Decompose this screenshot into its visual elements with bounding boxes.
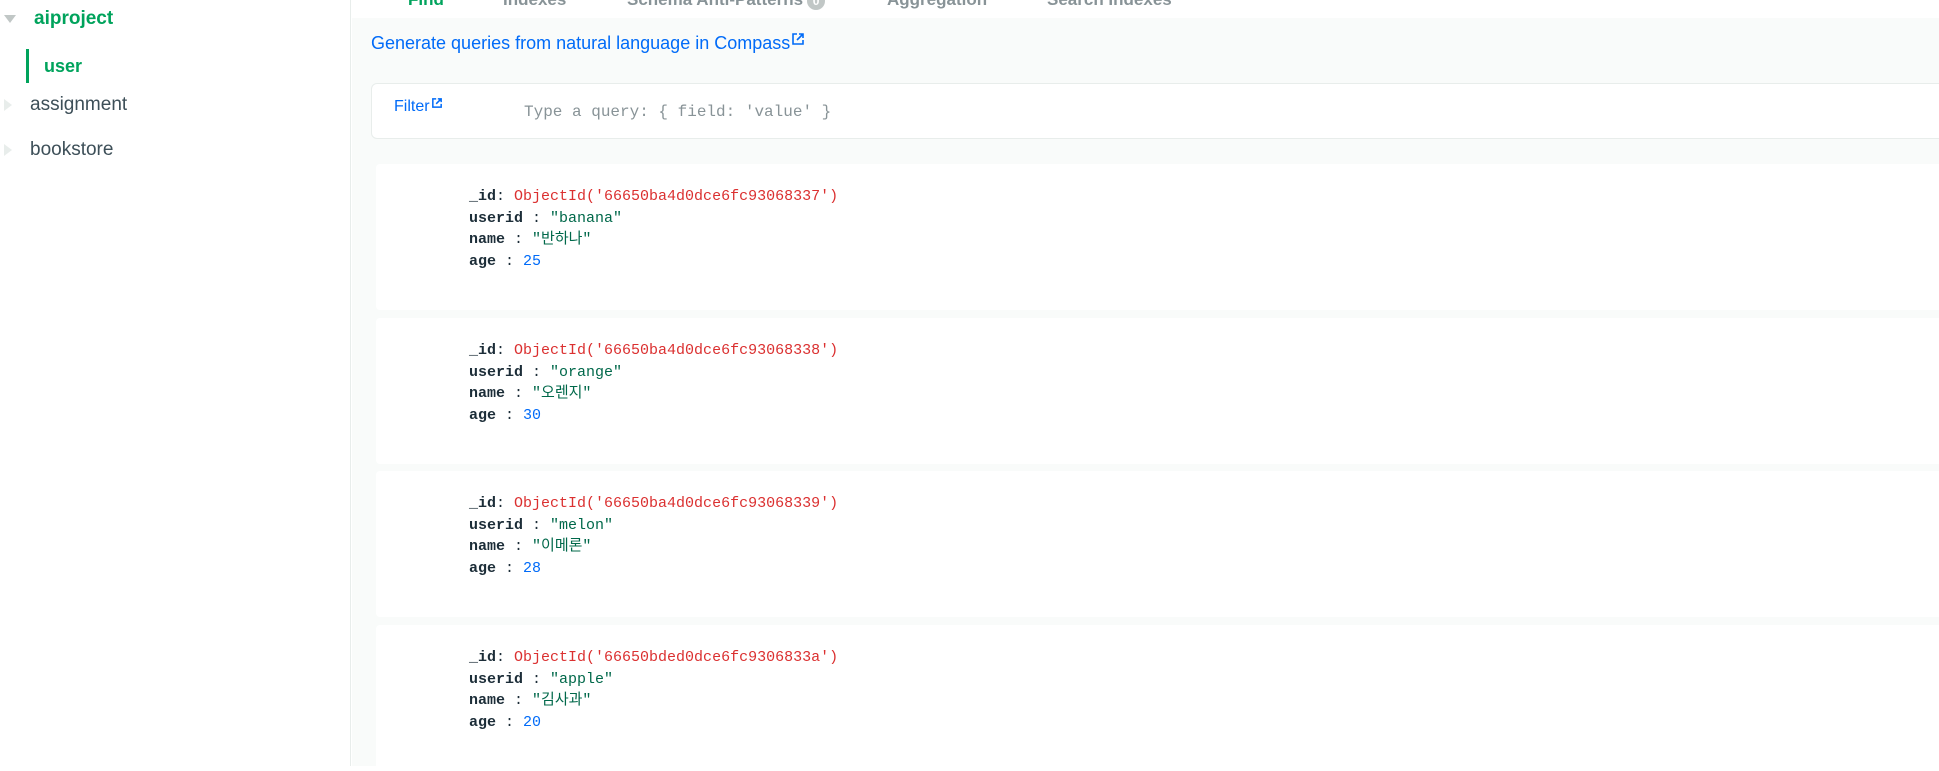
tab-find[interactable]: Find bbox=[408, 0, 444, 10]
number-value: 30 bbox=[523, 406, 542, 424]
filter-bar: Filter bbox=[371, 83, 1939, 139]
external-link-icon bbox=[431, 98, 442, 108]
field-key: age bbox=[469, 252, 497, 270]
objectid-value: ObjectId('66650ba4d0dce6fc93068338') bbox=[514, 342, 839, 359]
field-key: _id bbox=[469, 188, 497, 205]
sidebar-db-label: assignment bbox=[30, 94, 128, 115]
field-age: age : 25 bbox=[469, 252, 542, 270]
field-userid: userid : "banana" bbox=[469, 209, 623, 227]
main-panel: Find Indexes Schema Anti-Patterns 0 Aggre… bbox=[352, 0, 1939, 771]
string-value: "반하나" bbox=[532, 231, 592, 248]
field-key: _id bbox=[469, 342, 497, 359]
field-key: userid bbox=[469, 363, 524, 381]
field-userid: userid : "orange" bbox=[469, 363, 623, 381]
sidebar-db-aiproject[interactable]: aiproject bbox=[4, 8, 113, 30]
field-name: name : "오렌지" bbox=[469, 385, 592, 402]
sidebar-collection-user[interactable]: user bbox=[26, 49, 346, 83]
sidebar-db-assignment[interactable]: assignment bbox=[4, 94, 127, 116]
field-age: age : 28 bbox=[469, 559, 542, 577]
field-userid: userid : "melon" bbox=[469, 516, 614, 534]
string-value: "melon" bbox=[550, 516, 614, 534]
field-id: _id: ObjectId('66650ba4d0dce6fc93068337'… bbox=[469, 188, 839, 205]
field-key: name bbox=[469, 231, 506, 248]
field-id: _id: ObjectId('66650bded0dce6fc9306833a'… bbox=[469, 649, 839, 666]
objectid-value: ObjectId('66650bded0dce6fc9306833a') bbox=[514, 649, 839, 666]
generate-queries-link[interactable]: Generate queries from natural language i… bbox=[371, 33, 805, 54]
field-key: userid bbox=[469, 670, 524, 688]
tab-label: Schema Anti-Patterns bbox=[627, 0, 803, 9]
sidebar-db-label: bookstore bbox=[30, 139, 114, 160]
sidebar: aiproject user assignment bookstore bbox=[0, 0, 351, 766]
document-card[interactable]: _id: ObjectId('66650ba4d0dce6fc93068337'… bbox=[376, 164, 1939, 310]
document-card[interactable]: _id: ObjectId('66650ba4d0dce6fc93068338'… bbox=[376, 318, 1939, 464]
sidebar-db-bookstore[interactable]: bookstore bbox=[4, 139, 113, 161]
document-card[interactable]: _id: ObjectId('66650ba4d0dce6fc93068339'… bbox=[376, 471, 1939, 617]
count-badge: 0 bbox=[807, 0, 826, 10]
caret-right-icon[interactable] bbox=[4, 99, 12, 111]
field-key: name bbox=[469, 538, 506, 555]
field-name: name : "이메론" bbox=[469, 538, 592, 555]
link-text: Generate queries from natural language i… bbox=[371, 33, 791, 53]
objectid-value: ObjectId('66650ba4d0dce6fc93068337') bbox=[514, 188, 839, 205]
sidebar-collection-label: user bbox=[44, 55, 83, 76]
tab-aggregation[interactable]: Aggregation bbox=[887, 0, 987, 10]
filter-link[interactable]: Filter bbox=[394, 98, 442, 116]
document-card[interactable]: _id: ObjectId('66650bded0dce6fc9306833a'… bbox=[376, 625, 1939, 771]
field-key: name bbox=[469, 385, 506, 402]
field-name: name : "반하나" bbox=[469, 231, 592, 248]
number-value: 25 bbox=[523, 252, 542, 270]
filter-label: Filter bbox=[394, 98, 430, 115]
field-name: name : "김사과" bbox=[469, 692, 592, 709]
field-key: _id bbox=[469, 649, 497, 666]
caret-right-icon[interactable] bbox=[4, 144, 12, 156]
string-value: "banana" bbox=[550, 209, 623, 227]
tab-indexes[interactable]: Indexes bbox=[503, 0, 566, 10]
field-key: age bbox=[469, 713, 497, 731]
field-age: age : 30 bbox=[469, 406, 542, 424]
field-key: _id bbox=[469, 495, 497, 512]
field-key: age bbox=[469, 406, 497, 424]
external-link-icon bbox=[792, 33, 805, 45]
number-value: 20 bbox=[523, 713, 542, 731]
field-key: userid bbox=[469, 209, 524, 227]
tab-search-indexes[interactable]: Search Indexes bbox=[1047, 0, 1172, 10]
field-age: age : 20 bbox=[469, 713, 542, 731]
field-id: _id: ObjectId('66650ba4d0dce6fc93068338'… bbox=[469, 342, 839, 359]
string-value: "이메론" bbox=[532, 538, 592, 555]
collection-tabs: Find Indexes Schema Anti-Patterns 0 Aggre… bbox=[352, 0, 1939, 18]
field-userid: userid : "apple" bbox=[469, 670, 614, 688]
objectid-value: ObjectId('66650ba4d0dce6fc93068339') bbox=[514, 495, 839, 512]
field-key: name bbox=[469, 692, 506, 709]
field-key: userid bbox=[469, 516, 524, 534]
string-value: "오렌지" bbox=[532, 385, 592, 402]
field-key: age bbox=[469, 559, 497, 577]
number-value: 28 bbox=[523, 559, 542, 577]
string-value: "apple" bbox=[550, 670, 614, 688]
tab-schema-anti-patterns[interactable]: Schema Anti-Patterns 0 bbox=[627, 0, 826, 10]
filter-query-input[interactable] bbox=[522, 94, 1926, 130]
sidebar-db-label: aiproject bbox=[34, 8, 114, 29]
string-value: "orange" bbox=[550, 363, 623, 381]
string-value: "김사과" bbox=[532, 692, 592, 709]
field-id: _id: ObjectId('66650ba4d0dce6fc93068339'… bbox=[469, 495, 839, 512]
caret-down-icon[interactable] bbox=[4, 15, 16, 23]
